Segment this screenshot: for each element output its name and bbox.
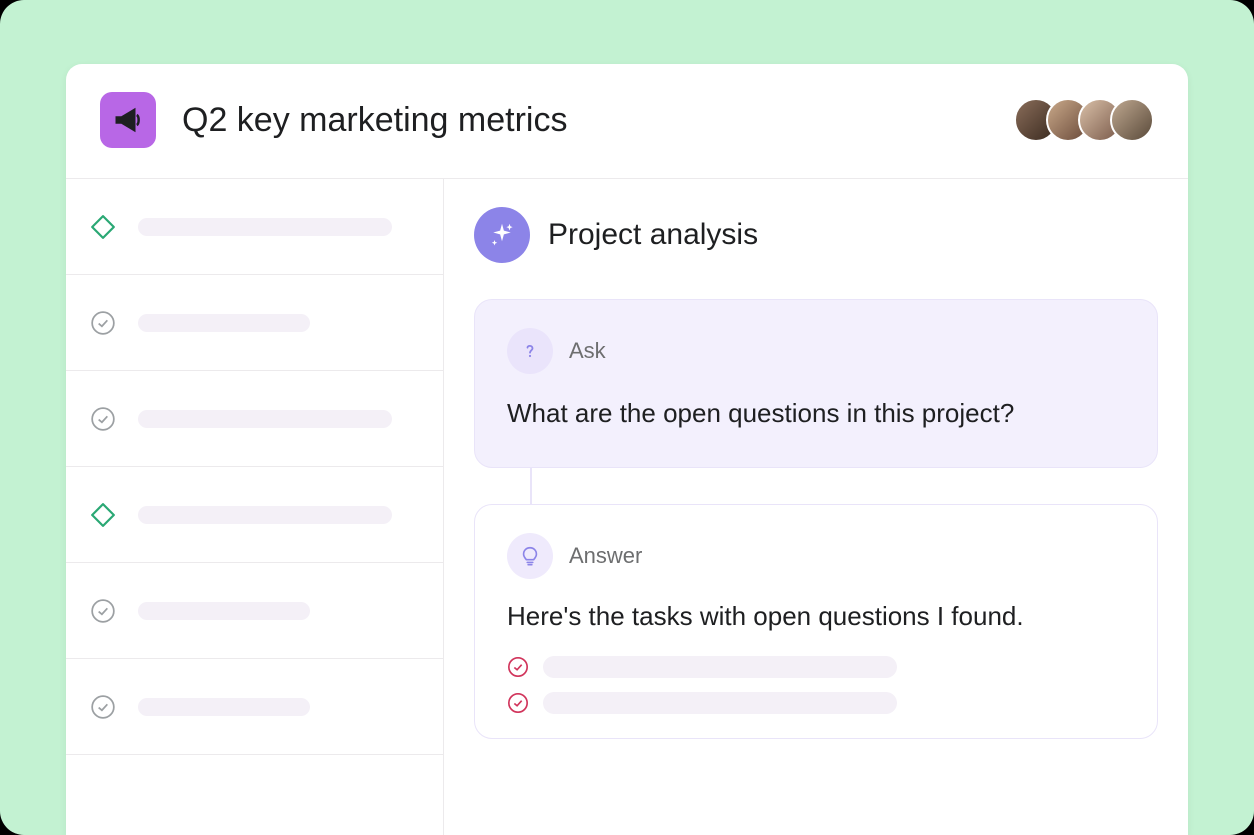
task-row[interactable] <box>66 179 443 275</box>
task-row[interactable] <box>66 275 443 371</box>
task-title-placeholder <box>138 218 392 236</box>
page-background: Q2 key marketing metrics <box>0 0 1254 835</box>
task-check-icon <box>90 310 116 336</box>
result-task-item[interactable] <box>507 656 1125 678</box>
task-title-placeholder <box>138 602 310 620</box>
task-title-placeholder <box>138 506 392 524</box>
task-row[interactable] <box>66 563 443 659</box>
ask-label: Ask <box>569 338 606 364</box>
ask-header: Ask <box>507 328 1125 374</box>
megaphone-icon <box>113 105 143 135</box>
sparkles-icon <box>487 220 517 250</box>
body: Project analysis Ask What are the open q… <box>66 179 1188 835</box>
task-row[interactable] <box>66 659 443 755</box>
task-title-placeholder <box>138 698 310 716</box>
task-row[interactable] <box>66 467 443 563</box>
task-title-placeholder <box>138 410 392 428</box>
project-header: Q2 key marketing metrics <box>66 64 1188 179</box>
lightbulb-icon <box>507 533 553 579</box>
collaborator-avatars[interactable] <box>1014 98 1154 142</box>
task-check-icon <box>90 694 116 720</box>
result-title-placeholder <box>543 656 897 678</box>
task-row[interactable] <box>66 371 443 467</box>
task-list-sidebar <box>66 179 444 835</box>
ask-card[interactable]: Ask What are the open questions in this … <box>474 299 1158 468</box>
milestone-diamond-icon <box>90 214 116 240</box>
task-title-placeholder <box>138 314 310 332</box>
task-check-pink-icon <box>507 692 529 714</box>
answer-label: Answer <box>569 543 642 569</box>
answer-summary-text: Here's the tasks with open questions I f… <box>507 601 1125 632</box>
project-icon[interactable] <box>100 92 156 148</box>
question-mark-icon <box>507 328 553 374</box>
result-task-item[interactable] <box>507 692 1125 714</box>
answer-card: Answer Here's the tasks with open questi… <box>474 504 1158 739</box>
task-check-icon <box>90 598 116 624</box>
avatar[interactable] <box>1110 98 1154 142</box>
milestone-diamond-icon <box>90 502 116 528</box>
ai-sparkle-icon <box>474 207 530 263</box>
ask-question-text: What are the open questions in this proj… <box>507 396 1125 431</box>
analysis-title: Project analysis <box>548 218 758 252</box>
result-title-placeholder <box>543 692 897 714</box>
analysis-header: Project analysis <box>474 207 1158 263</box>
app-window: Q2 key marketing metrics <box>66 64 1188 835</box>
answer-header: Answer <box>507 533 1125 579</box>
project-title: Q2 key marketing metrics <box>182 101 1014 140</box>
task-check-icon <box>90 406 116 432</box>
task-check-pink-icon <box>507 656 529 678</box>
card-connector <box>530 468 532 504</box>
analysis-panel: Project analysis Ask What are the open q… <box>444 179 1188 835</box>
